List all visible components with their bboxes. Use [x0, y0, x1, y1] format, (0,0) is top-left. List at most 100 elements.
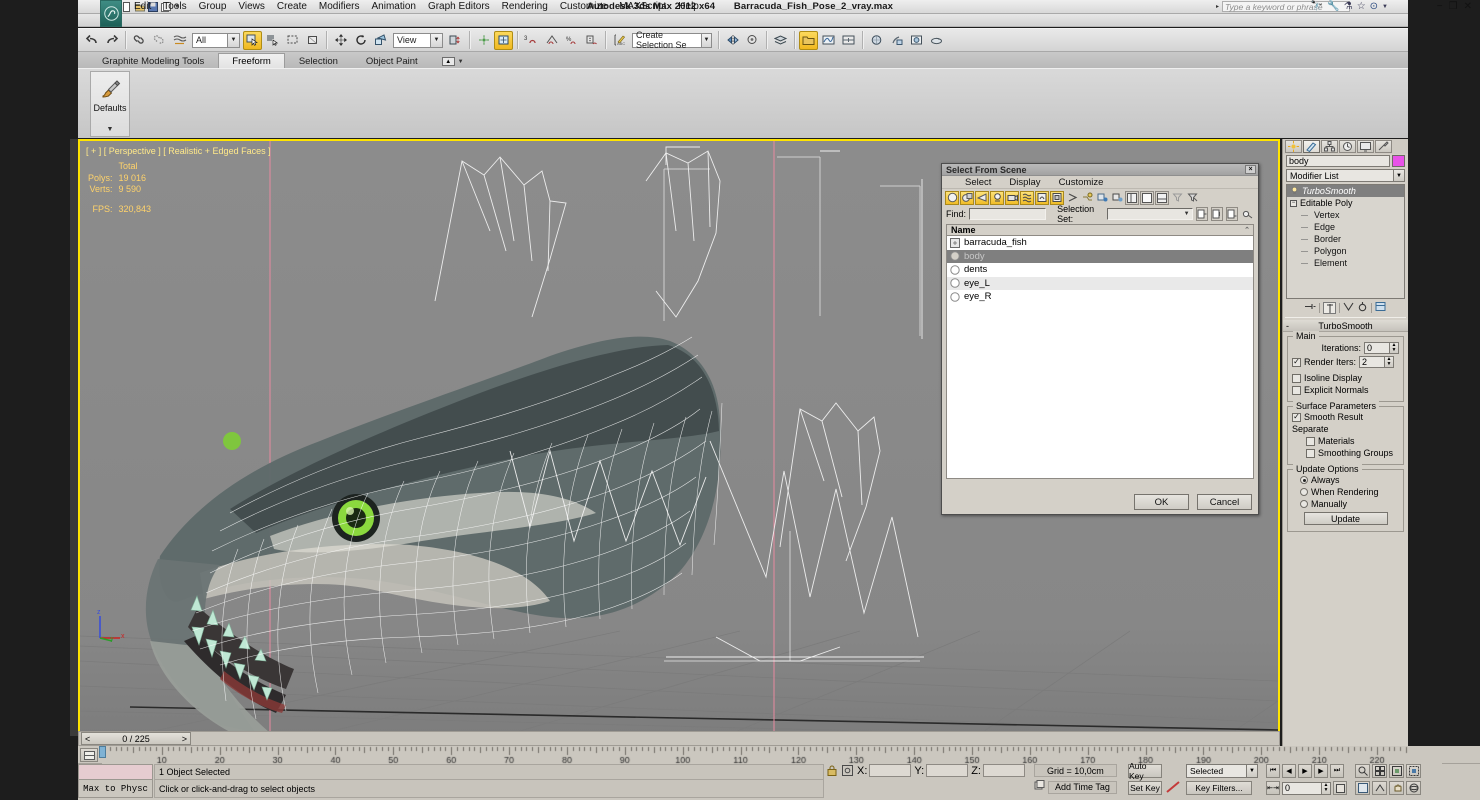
dialog-title-bar[interactable]: Select From Scene × [942, 164, 1258, 176]
rendered-frame-window-icon[interactable] [907, 31, 926, 50]
dialog-find-row[interactable]: Find: Selection Set: ▼ [942, 204, 1258, 224]
current-frame-controls[interactable]: ⇤⇥ 0 ▲ ▼ [1266, 781, 1347, 795]
update-button[interactable]: Update [1303, 512, 1388, 525]
list-item[interactable]: eye_R [947, 290, 1253, 304]
menu-views[interactable]: Views [232, 0, 271, 13]
collapse-tree-icon[interactable]: − [1290, 199, 1297, 207]
menu-graph-editors[interactable]: Graph Editors [422, 0, 496, 13]
update-manually-radio[interactable] [1300, 500, 1308, 508]
curve-editor-icon[interactable] [819, 31, 838, 50]
hierarchy-tab-icon[interactable] [1321, 140, 1338, 153]
spinner-snap-icon[interactable]: % [562, 31, 581, 50]
select-and-rotate-icon[interactable] [351, 31, 370, 50]
render-iters-row[interactable]: ✓ Render Iters: 2 ▲ ▼ [1292, 356, 1399, 368]
max-script-mini-listener[interactable]: Max to Physc [78, 764, 153, 800]
menu-modifiers[interactable]: Modifiers [313, 0, 366, 13]
time-tag-icon[interactable] [1034, 780, 1045, 794]
select-from-scene-dialog[interactable]: Select From Scene × Select Display Custo… [941, 163, 1259, 515]
next-frame-arrow[interactable]: > [182, 734, 187, 744]
previous-frame-icon[interactable]: ◀ [1282, 764, 1296, 778]
command-panel-tabs[interactable] [1283, 139, 1408, 154]
modifier-list-combo[interactable]: Modifier List ▼ [1286, 169, 1405, 182]
key-filter-mode-combo[interactable]: Selected ▼ [1186, 764, 1258, 778]
display-influences-icon[interactable] [1110, 191, 1124, 205]
play-animation-icon[interactable]: ▶ [1298, 764, 1312, 778]
playback-controls[interactable]: ⏮ ◀ ▶ ▶ ⏭ [1266, 764, 1347, 778]
freeform-defaults-panel[interactable]: Defaults ▼ [90, 71, 130, 137]
stack-item-turbosmooth[interactable]: TurboSmooth [1287, 185, 1404, 197]
restore-button[interactable]: ❐ [1449, 1, 1458, 12]
search-dropdown-icon[interactable]: ▸ [1216, 3, 1219, 10]
collapse-all-icon[interactable] [1140, 190, 1154, 205]
time-slider-position-marker[interactable] [99, 746, 106, 758]
display-shapes-icon[interactable] [975, 190, 989, 205]
select-by-name-icon[interactable] [263, 31, 282, 50]
time-configuration-icon[interactable] [1333, 781, 1347, 795]
viewport-navigation-row-2[interactable] [1355, 781, 1421, 795]
turbosmooth-rollout[interactable]: - TurboSmooth Main Iterations: 0 ▲ ▼ ✓ Re… [1283, 320, 1408, 532]
spinner-arrows-icon-3[interactable]: ▲ ▼ [1322, 781, 1331, 795]
favorites-star-icon[interactable]: ☆ [1357, 1, 1366, 12]
tab-graphite-modeling-tools[interactable]: Graphite Modeling Tools [88, 53, 218, 68]
display-geometry-icon[interactable] [960, 190, 974, 205]
display-xrefs-icon[interactable] [1065, 191, 1079, 205]
current-frame-value[interactable]: 0 [1282, 781, 1322, 795]
chevron-down-icon-4[interactable]: ▼ [1184, 211, 1190, 217]
smooth-result-checkbox[interactable]: ✓ [1292, 412, 1301, 422]
motion-tab-icon[interactable] [1339, 140, 1356, 153]
object-name-input[interactable]: body [1286, 155, 1390, 167]
go-to-start-icon[interactable]: ⏮ [1266, 764, 1280, 778]
set-key-mode-icon[interactable] [1166, 781, 1182, 797]
tab-selection[interactable]: Selection [285, 53, 352, 68]
max-application-logo[interactable] [100, 0, 122, 27]
create-tab-icon[interactable] [1285, 140, 1302, 153]
find-input[interactable] [969, 208, 1047, 220]
select-and-move-icon[interactable] [331, 31, 350, 50]
menu-items[interactable]: Edit Tools Group Views Create Modifiers … [128, 0, 705, 13]
stack-item-editable-poly[interactable]: − Editable Poly [1287, 197, 1404, 209]
transform-type-in[interactable]: X: Y: Z: Grid = 10,0cm Add Time Tag [826, 764, 1117, 800]
chevron-down-icon[interactable]: ▼ [227, 33, 239, 47]
y-coord-field[interactable] [926, 764, 969, 777]
redo-icon[interactable] [102, 31, 121, 50]
smoothing-groups-row[interactable]: Smoothing Groups [1292, 448, 1399, 458]
align-icon[interactable] [743, 31, 762, 50]
menu-rendering[interactable]: Rendering [496, 0, 554, 13]
list-item[interactable]: barracuda_fish [947, 236, 1253, 250]
explicit-normals-row[interactable]: Explicit Normals [1292, 385, 1399, 395]
chevron-down-icon-2[interactable]: ▼ [430, 33, 442, 47]
percent-snap-icon[interactable] [542, 31, 561, 50]
materials-row[interactable]: Materials [1292, 436, 1399, 446]
tab-freeform[interactable]: Freeform [218, 53, 285, 68]
time-slider-bar[interactable]: < 0 / 225 > [78, 731, 1280, 746]
show-end-result-icon[interactable] [1323, 302, 1336, 314]
rectangular-selection-region-icon[interactable] [283, 31, 302, 50]
pan-view-icon[interactable] [1389, 781, 1404, 795]
time-slider-handle[interactable]: < 0 / 225 > [81, 732, 191, 745]
selection-set-combo[interactable]: ▼ [1107, 208, 1193, 220]
named-selection-set-combo[interactable]: Create Selection Se ▼ [632, 30, 712, 50]
object-name-row[interactable]: body [1283, 154, 1408, 168]
maxscript-listener-pink[interactable] [78, 764, 153, 780]
ok-button[interactable]: OK [1134, 494, 1189, 510]
bind-to-space-warp-icon[interactable] [170, 31, 189, 50]
update-when-rendering-row[interactable]: When Rendering [1292, 487, 1399, 497]
display-bone-objects-icon[interactable] [1080, 191, 1094, 205]
stack-subitem-edge[interactable]: Edge [1287, 221, 1404, 233]
use-center-flyout-icon[interactable] [446, 31, 465, 50]
lock-selection-icon[interactable] [826, 764, 838, 780]
graphite-modeling-toolbar-icon[interactable] [799, 30, 818, 50]
z-coord-field[interactable] [982, 764, 1025, 777]
iterations-value[interactable]: 0 [1364, 342, 1390, 354]
iterations-spinner[interactable]: 0 ▲ ▼ [1364, 342, 1399, 354]
stack-subitem-vertex[interactable]: Vertex [1287, 209, 1404, 221]
display-groups-icon[interactable] [1050, 190, 1064, 205]
help-toolbar[interactable]: 🔭 🔧 ⚗ ☆ ⊙ ▼ [1311, 1, 1388, 12]
viewport-label[interactable]: [ + ] [ Perspective ] [ Realistic + Edge… [86, 146, 271, 156]
menu-animation[interactable]: Animation [365, 0, 421, 13]
ribbon-options-dropdown-icon[interactable]: ▼ [458, 59, 464, 65]
spinner-snap-toggle-icon[interactable] [582, 31, 601, 50]
select-by-set-icon[interactable] [1195, 207, 1208, 221]
update-manually-row[interactable]: Manually [1292, 499, 1399, 509]
display-lights-icon[interactable] [990, 190, 1004, 205]
